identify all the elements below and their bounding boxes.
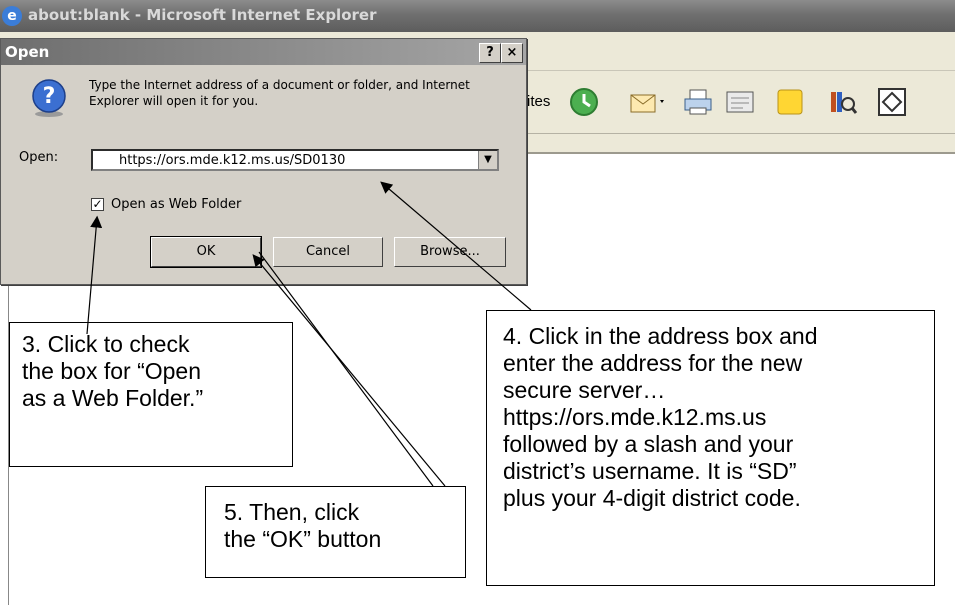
browse-button[interactable]: Browse... (394, 237, 506, 267)
checkbox-label[interactable]: Open as Web Folder (111, 197, 241, 212)
close-button[interactable]: × (501, 43, 523, 63)
question-icon: ? (32, 79, 66, 117)
help-button[interactable]: ? (479, 43, 501, 63)
dropdown-arrow-icon[interactable]: ▼ (478, 151, 497, 169)
svg-text:?: ? (43, 84, 56, 109)
history-icon[interactable] (568, 86, 600, 118)
address-combobox[interactable]: https://ors.mde.k12.ms.us/SD0130 ▼ (91, 149, 499, 171)
callout-step-4: 4. Click in the address box and enter th… (486, 310, 935, 586)
open-label: Open: (19, 150, 59, 165)
mail-icon[interactable] (628, 86, 668, 118)
callout-step-3: 3. Click to check the box for “Open as a… (9, 322, 293, 467)
dialog-title-bar: Open ? × (1, 39, 526, 65)
cancel-button[interactable]: Cancel (273, 237, 383, 267)
research-icon[interactable] (826, 86, 858, 118)
callout-step-5: 5. Then, click the “OK” button (205, 486, 466, 578)
address-input[interactable]: https://ors.mde.k12.ms.us/SD0130 (119, 153, 345, 168)
ie-logo-icon: e (2, 6, 22, 26)
dialog-title: Open (5, 43, 50, 61)
window-title: about:blank - Microsoft Internet Explore… (28, 6, 377, 24)
print-icon[interactable] (682, 86, 714, 118)
messenger-icon[interactable] (876, 86, 908, 118)
open-as-web-folder-checkbox[interactable]: ✓ (91, 198, 104, 211)
note-icon[interactable] (774, 86, 806, 118)
ie-window: e about:blank - Microsoft Internet Explo… (0, 0, 955, 605)
open-dialog: Open ? × ? Type the Internet address of … (0, 38, 527, 285)
edit-icon[interactable] (724, 86, 756, 118)
ok-button[interactable]: OK (150, 236, 262, 268)
ie-title-bar: e about:blank - Microsoft Internet Explo… (0, 0, 955, 32)
dialog-instruction: Type the Internet address of a document … (89, 78, 470, 108)
